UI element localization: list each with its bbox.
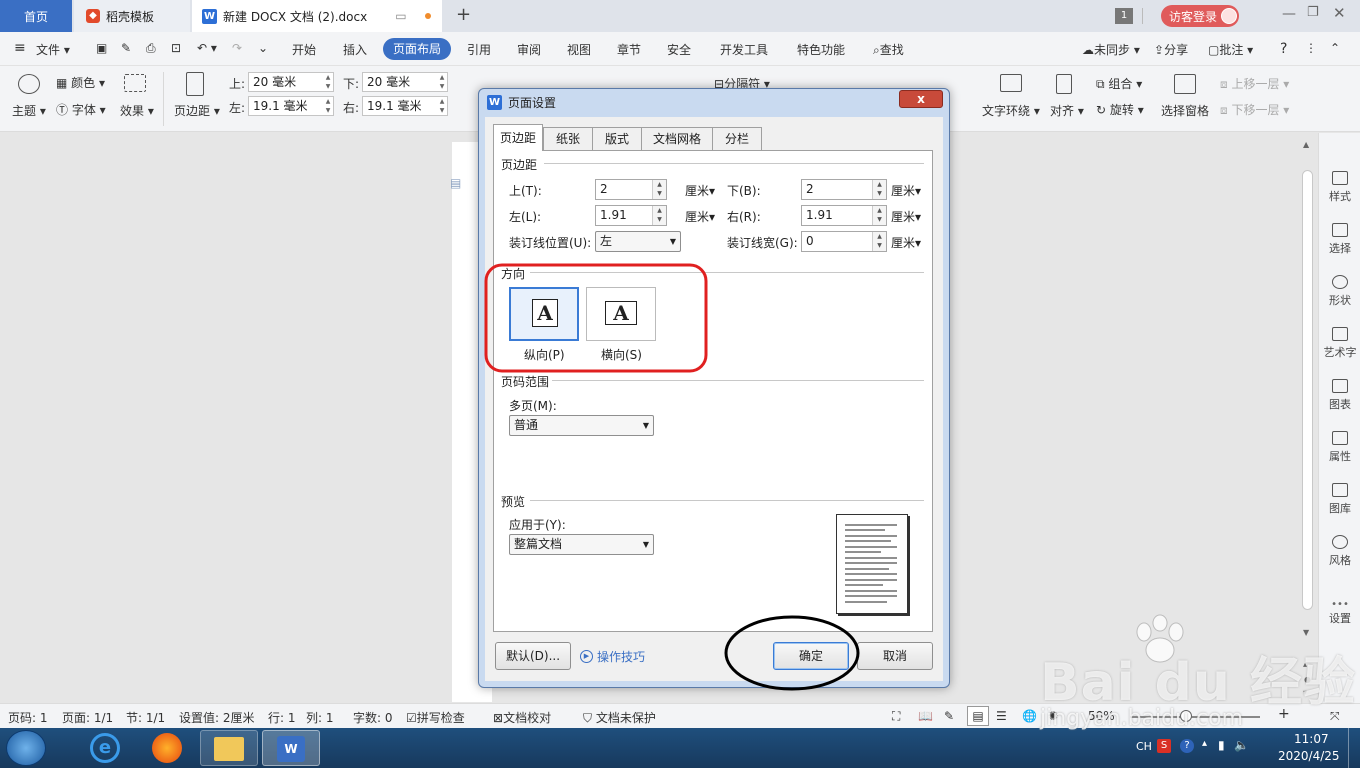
watermark-url: jingyan.baidu.com [1040, 706, 1244, 731]
watermark-brand: Bai du 经验 [1040, 653, 1356, 713]
ok-button-highlight [724, 615, 860, 691]
tab-margins[interactable]: 页边距 [493, 124, 543, 151]
orientation-highlight [484, 263, 708, 373]
baidu-paw-logo [1130, 614, 1194, 664]
